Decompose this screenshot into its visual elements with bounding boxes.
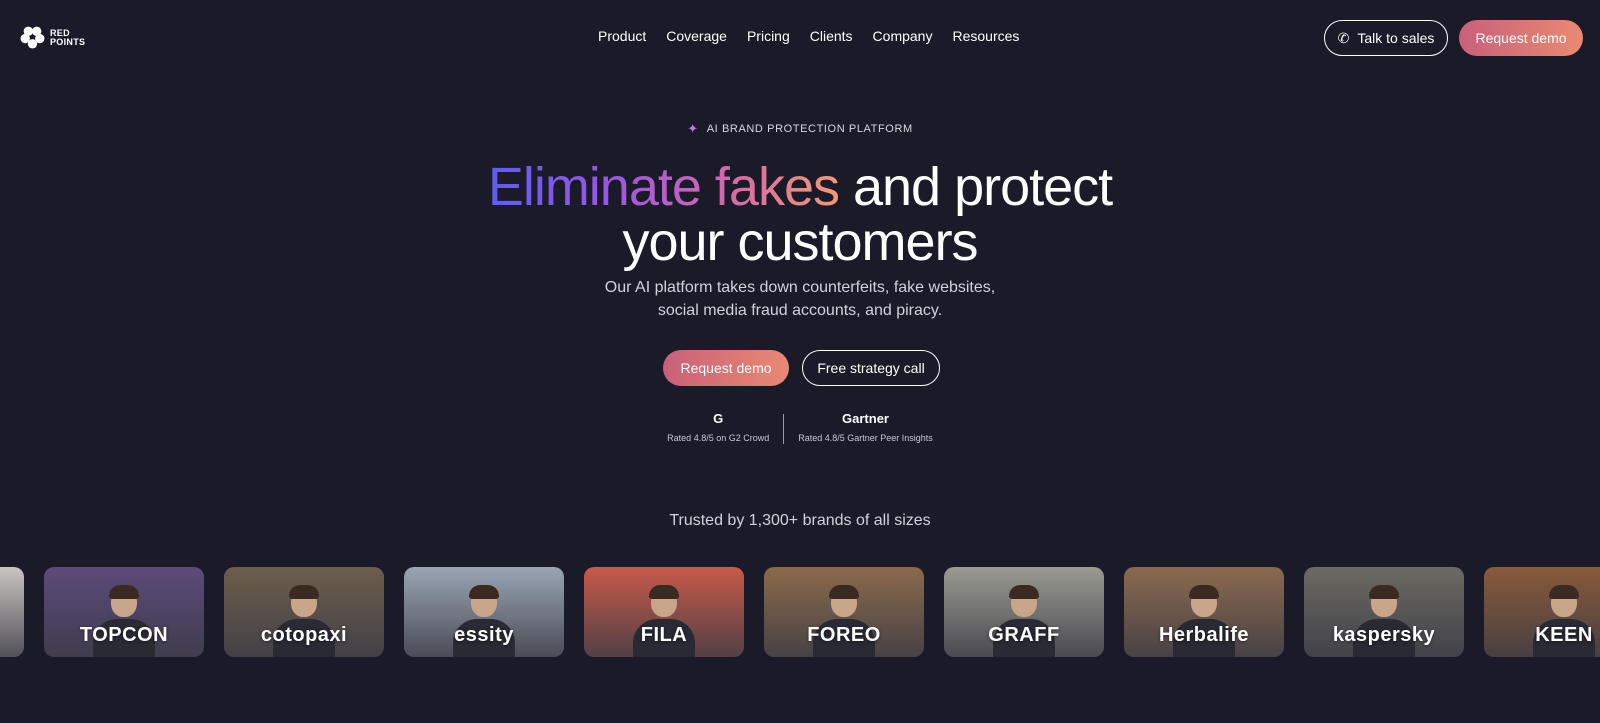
- gartner-logo: Gartner: [842, 411, 889, 426]
- talk-to-sales-button[interactable]: ✆ Talk to sales: [1324, 20, 1448, 56]
- client-logo: Herbalife: [1158, 624, 1250, 646]
- client-logo: GRAFF: [988, 624, 1060, 646]
- client-carousel: TOPCON cotopaxi essity FILA FOREO GRAFF Herbal…: [0, 567, 1600, 657]
- subtitle-line2: social media fraud accounts, and piracy.: [657, 302, 943, 319]
- free-strategy-call-button[interactable]: Free strategy call: [802, 350, 940, 386]
- client-card[interactable]: FILA: [584, 567, 744, 657]
- client-logo: FILA: [640, 624, 688, 646]
- main-nav: Product Coverage Pricing Clients Company…: [598, 28, 1019, 44]
- nav-pricing[interactable]: Pricing: [747, 28, 790, 44]
- nav-resources[interactable]: Resources: [952, 28, 1019, 44]
- hero-subtitle: Our AI platform takes down counterfeits,…: [0, 276, 1600, 322]
- request-demo-label: Request demo: [680, 360, 772, 376]
- client-logo: TOPCON: [79, 624, 169, 646]
- logo-mark-icon: [20, 26, 45, 49]
- client-card[interactable]: GRAFF: [944, 567, 1104, 657]
- rating-g2[interactable]: G Rated 4.8/5 on G2 Crowd: [653, 412, 783, 444]
- headline-rest: and protect: [838, 157, 1113, 217]
- free-strategy-call-label: Free strategy call: [817, 360, 925, 376]
- subtitle-line1: Our AI platform takes down counterfeits,…: [604, 279, 996, 296]
- client-card[interactable]: cotopaxi: [224, 567, 384, 657]
- client-logo: KEEN: [1535, 624, 1593, 646]
- nav-clients[interactable]: Clients: [810, 28, 853, 44]
- rating-gartner[interactable]: Gartner Rated 4.8/5 Gartner Peer Insight…: [784, 412, 947, 444]
- headline-gradient-text: Eliminate fakes: [487, 157, 840, 217]
- trusted-by-text: Trusted by 1,300+ brands of all sizes: [669, 512, 931, 529]
- red-points-logo[interactable]: RED POINTS: [20, 25, 85, 50]
- page: RED POINTS Product Coverage Pricing Clie…: [0, 0, 1600, 723]
- client-logo: essity: [454, 624, 514, 646]
- eyebrow-text: AI BRAND PROTECTION PLATFORM: [706, 123, 913, 135]
- client-logo: FOREO: [807, 624, 881, 646]
- client-card[interactable]: KEEN: [1484, 567, 1600, 657]
- talk-to-sales-label: Talk to sales: [1357, 30, 1435, 46]
- client-card[interactable]: TOPCON: [44, 567, 204, 657]
- client-video-thumbnail: [0, 567, 24, 657]
- request-demo-button[interactable]: Request demo: [663, 350, 789, 386]
- client-card[interactable]: [0, 567, 24, 657]
- g2-icon: G: [713, 411, 724, 426]
- phone-icon: ✆: [1337, 30, 1350, 46]
- nav-product[interactable]: Product: [598, 28, 646, 44]
- ratings: G Rated 4.8/5 on G2 Crowd Gartner Rated …: [0, 412, 1600, 444]
- sparkle-icon: ✦: [687, 121, 699, 136]
- client-card[interactable]: kaspersky: [1304, 567, 1464, 657]
- request-demo-label: Request demo: [1475, 30, 1567, 46]
- rating-gartner-text: Rated 4.8/5 Gartner Peer Insights: [798, 433, 933, 443]
- hero-headline: Eliminate fakes and protect your custome…: [0, 160, 1600, 270]
- eyebrow: ✦ AI BRAND PROTECTION PLATFORM: [0, 121, 1600, 137]
- client-card[interactable]: FOREO: [764, 567, 924, 657]
- nav-coverage[interactable]: Coverage: [666, 28, 727, 44]
- rating-g2-text: Rated 4.8/5 on G2 Crowd: [667, 433, 770, 443]
- client-card[interactable]: Herbalife: [1124, 567, 1284, 657]
- client-logo: kaspersky: [1332, 624, 1436, 646]
- client-card[interactable]: essity: [404, 567, 564, 657]
- headline-line2: your customers: [622, 212, 978, 272]
- client-logo: cotopaxi: [260, 624, 348, 646]
- logo-line2: POINTS: [50, 36, 86, 47]
- logo-text: RED POINTS: [50, 28, 86, 47]
- nav-company[interactable]: Company: [873, 28, 933, 44]
- request-demo-button-header[interactable]: Request demo: [1459, 20, 1583, 56]
